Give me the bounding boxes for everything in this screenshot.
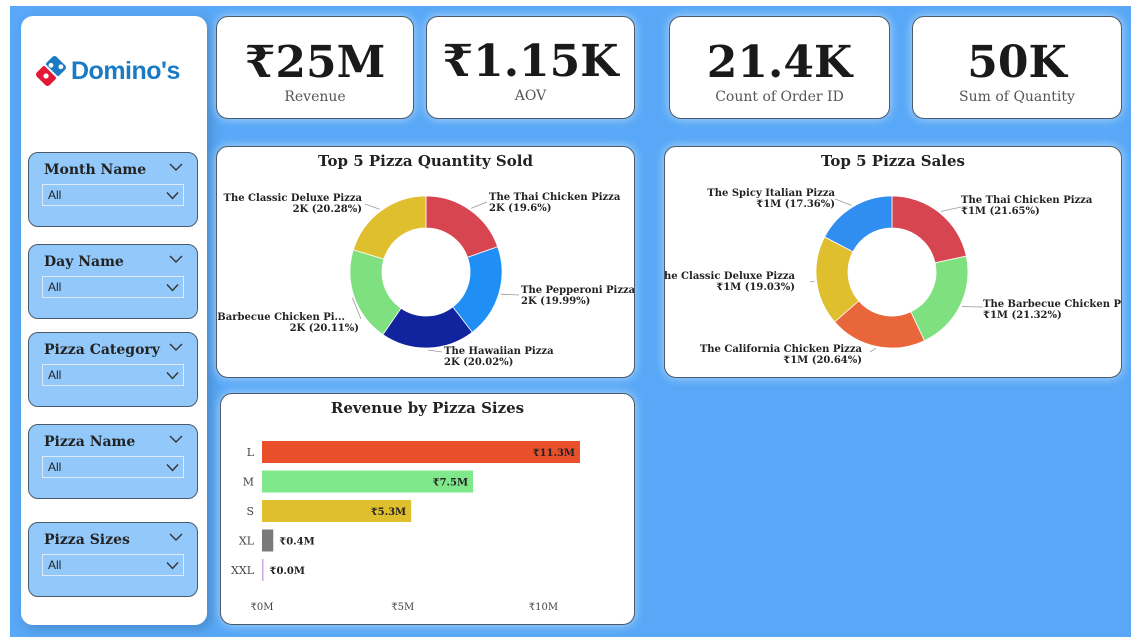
bar-category-label: S — [246, 505, 254, 518]
kpi-value: ₹25M — [244, 37, 386, 88]
slice-name-label: The Barbecue Chicken Pizza — [983, 299, 1121, 310]
bar-category-label: XL — [239, 535, 255, 548]
slicer-title: Pizza Category — [44, 342, 160, 358]
slicer-dropdown-value: All — [48, 188, 62, 202]
slice-name-label: The Thai Chicken Pizza — [489, 192, 621, 203]
slice-value-label: 2K (19.6%) — [489, 203, 551, 214]
slice-value-label: 2K (19.99%) — [521, 296, 590, 307]
leader-line — [809, 280, 815, 283]
slicer-title: Month Name — [44, 162, 147, 178]
chart-top5-quantity: Top 5 Pizza Quantity Sold The Thai Chick… — [216, 146, 635, 378]
bar-value-label: ₹5.3M — [371, 507, 406, 518]
slice-name-label: The Hawaiian Pizza — [444, 346, 554, 357]
slice-value-label: ₹1M (21.65%) — [961, 206, 1040, 217]
donut-chart-sales: The Thai Chicken Pizza₹1M (21.65%) The Ba… — [665, 188, 1121, 366]
chevron-down-icon[interactable] — [169, 532, 183, 542]
slicer-title: Day Name — [44, 254, 124, 270]
chevron-down-icon — [166, 284, 179, 292]
leader-line — [834, 198, 852, 206]
chevron-down-icon[interactable] — [169, 254, 183, 264]
chart-top5-sales: Top 5 Pizza Sales The Thai Chicken Pizza… — [664, 146, 1122, 378]
slice-value-label: ₹1M (20.64%) — [783, 355, 862, 366]
kpi-value: 21.4K — [706, 37, 853, 88]
slicer-dropdown-value: All — [48, 280, 62, 294]
donut-slice[interactable] — [425, 195, 499, 258]
kpi-card-order-count: 21.4K Count of Order ID — [669, 16, 890, 119]
slicer-dropdown[interactable]: All — [42, 184, 184, 206]
kpi-card-revenue: ₹25M Revenue — [216, 16, 414, 119]
bar-value-label: ₹7.5M — [433, 478, 468, 489]
slicer-dropdown[interactable]: All — [42, 276, 184, 298]
kpi-value: 50K — [967, 37, 1067, 88]
slicer-month-name[interactable]: Month Name All — [28, 152, 198, 227]
kpi-value: ₹1.15K — [442, 36, 619, 87]
donut-slice[interactable] — [910, 255, 969, 342]
bar-value-label: ₹0.4M — [279, 537, 314, 548]
dominos-logo: Domino's — [33, 53, 198, 93]
chevron-down-icon — [166, 192, 179, 200]
slice-name-label: The Classic Deluxe Pizza — [224, 193, 363, 204]
leader-line — [427, 349, 443, 353]
bar-category-label: L — [247, 446, 255, 459]
slicer-title: Pizza Sizes — [44, 532, 130, 548]
slice-value-label: 2K (20.11%) — [290, 323, 359, 334]
slice-name-label: The Pepperoni Pizza — [521, 285, 634, 296]
leader-line — [364, 203, 380, 210]
slicer-pizza-name[interactable]: Pizza Name All — [28, 424, 198, 499]
slice-value-label: 2K (20.28%) — [293, 204, 362, 215]
slice-name-label: The Classic Deluxe Pizza — [665, 271, 796, 282]
slicer-dropdown[interactable]: All — [42, 364, 184, 386]
bar-category-label: XXL — [231, 564, 255, 577]
brand-name: Domino's — [71, 57, 180, 85]
slicer-dropdown[interactable]: All — [42, 554, 184, 576]
slice-value-label: ₹1M (17.36%) — [756, 199, 835, 210]
kpi-card-quantity: 50K Sum of Quantity — [912, 16, 1122, 119]
kpi-label: Sum of Quantity — [959, 89, 1075, 105]
slice-value-label: 2K (20.02%) — [444, 357, 513, 368]
chevron-down-icon — [166, 562, 179, 570]
kpi-label: AOV — [514, 88, 547, 104]
bar-chart-revenue: L ₹11.3M M ₹7.5M S ₹5.3M XL ₹0.4M XXL ₹0.0M ₹0M ₹5M… — [231, 441, 580, 613]
donut-slice[interactable] — [352, 195, 427, 260]
kpi-card-aov: ₹1.15K AOV — [426, 16, 635, 119]
chevron-down-icon[interactable] — [169, 162, 183, 172]
leader-line — [500, 293, 520, 296]
bar-xl[interactable] — [262, 529, 274, 552]
slicer-dropdown-value: All — [48, 460, 62, 474]
slicer-dropdown-value: All — [48, 368, 62, 382]
chevron-down-icon — [166, 464, 179, 472]
leader-line — [940, 206, 962, 212]
bar-xxl[interactable] — [262, 559, 264, 581]
slicer-dropdown[interactable]: All — [42, 456, 184, 478]
bar-value-label: ₹0.0M — [270, 566, 305, 577]
kpi-label: Count of Order ID — [715, 89, 844, 105]
slice-name-label: The Barbecue Chicken Pi... — [217, 312, 345, 323]
slice-name-label: The California Chicken Pizza — [700, 344, 863, 355]
bar-value-label: ₹11.3M — [533, 448, 575, 459]
leader-line — [470, 201, 488, 209]
bar-category-label: M — [243, 476, 254, 489]
slice-name-label: The Thai Chicken Pizza — [961, 195, 1093, 206]
kpi-label: Revenue — [284, 89, 346, 105]
chevron-down-icon[interactable] — [169, 342, 183, 352]
chevron-down-icon — [166, 372, 179, 380]
slicer-pizza-category[interactable]: Pizza Category All — [28, 332, 198, 407]
slicer-dropdown-value: All — [48, 558, 62, 572]
slicer-day-name[interactable]: Day Name All — [28, 244, 198, 319]
slice-value-label: ₹1M (19.03%) — [716, 282, 795, 293]
slicer-title: Pizza Name — [44, 434, 136, 450]
dominos-tile-icon — [35, 55, 67, 87]
chevron-down-icon[interactable] — [169, 434, 183, 444]
slice-value-label: ₹1M (21.32%) — [983, 310, 1062, 321]
slice-name-label: The Spicy Italian Pizza — [707, 188, 835, 199]
leader-line — [869, 347, 877, 353]
slicer-pizza-sizes[interactable]: Pizza Sizes All — [28, 522, 198, 597]
x-tick-label: ₹0M — [251, 602, 274, 613]
chart-revenue-by-size: Revenue by Pizza Sizes L ₹11.3M M ₹7.5M S ₹5.… — [220, 393, 635, 625]
donut-chart-quantity: The Thai Chicken Pizza2K (19.6%) The Pepp… — [217, 192, 634, 368]
x-tick-label: ₹10M — [529, 602, 558, 613]
x-tick-label: ₹5M — [391, 602, 414, 613]
donut-slice[interactable] — [891, 195, 967, 264]
